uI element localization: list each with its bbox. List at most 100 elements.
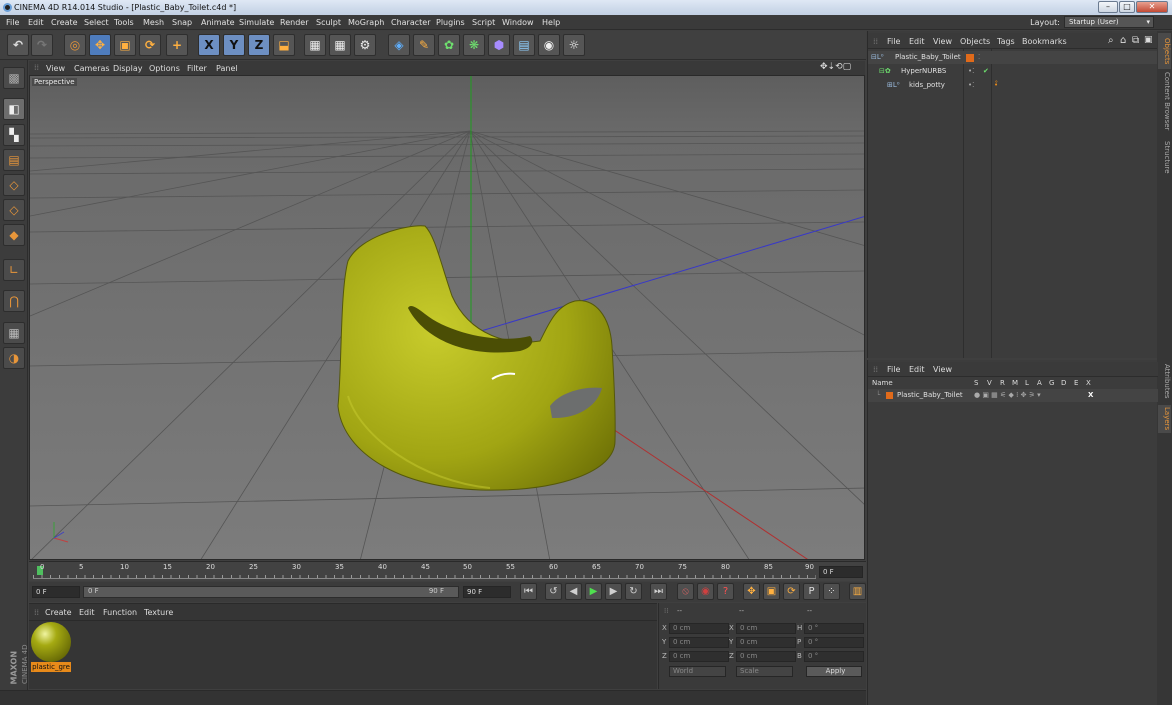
menu-character[interactable]: Character	[391, 18, 431, 27]
viewport-menu-panel[interactable]: Panel	[216, 64, 238, 73]
minimize-button[interactable]: –	[1098, 1, 1118, 13]
layer-color-swatch[interactable]	[886, 392, 893, 399]
menu-tools[interactable]: Tools	[114, 18, 134, 27]
menu-animate[interactable]: Animate	[201, 18, 235, 27]
x-axis-toggle[interactable]: X	[198, 34, 220, 56]
layers-menu-file[interactable]: File	[887, 365, 900, 374]
keyframe-selection-icon[interactable]: ?	[717, 583, 734, 600]
record-active-objects-icon[interactable]: ⦸	[677, 583, 694, 600]
axis-mode-icon[interactable]: ∟	[3, 259, 25, 281]
polygons-mode-icon[interactable]: ◆	[3, 224, 25, 246]
column-animation[interactable]: A	[1037, 379, 1042, 387]
coordinate-space-select[interactable]: World	[669, 666, 726, 677]
viewport-menu-options[interactable]: Options	[149, 64, 180, 73]
viewport-navigation-icons[interactable]: ✥⇣⟲▢	[820, 62, 851, 72]
column-xref[interactable]: X	[1086, 379, 1091, 387]
workplane-icon[interactable]: ▤	[3, 149, 25, 171]
menu-simulate[interactable]: Simulate	[239, 18, 274, 27]
scale-tool-icon[interactable]: ▣	[114, 34, 136, 56]
y-axis-toggle[interactable]: Y	[223, 34, 245, 56]
visibility-dots-icon[interactable]: •⁚	[968, 79, 974, 92]
autokeying-icon[interactable]: ◉	[697, 583, 714, 600]
solo-icon[interactable]: ◑	[3, 347, 25, 369]
size-x-field[interactable]: 0 cm	[736, 623, 796, 634]
column-name[interactable]: Name	[872, 379, 893, 387]
live-selection-icon[interactable]: ◎	[64, 34, 86, 56]
menu-script[interactable]: Script	[472, 18, 495, 27]
array-icon[interactable]: ❋	[463, 34, 485, 56]
go-to-start-icon[interactable]: ⏮	[520, 583, 537, 600]
next-frame-icon[interactable]: ▶	[605, 583, 622, 600]
edges-mode-icon[interactable]: ◇	[3, 199, 25, 221]
visibility-dots-icon[interactable]: ⁚	[978, 51, 980, 64]
tab-layers[interactable]: Layers	[1158, 405, 1171, 433]
menu-edit[interactable]: Edit	[28, 18, 44, 27]
rotate-tool-icon[interactable]: ⟳	[139, 34, 161, 56]
rotation-b-field[interactable]: 0 °	[804, 651, 864, 662]
pla-key-icon[interactable]: ⁘	[823, 583, 840, 600]
menu-plugins[interactable]: Plugins	[436, 18, 465, 27]
object-name[interactable]: Plastic_Baby_Toilet	[895, 51, 961, 64]
viewport-menu-filter[interactable]: Filter	[187, 64, 207, 73]
material-tag-icon[interactable]: •̊	[994, 79, 998, 92]
search-icon[interactable]: ⌕	[1108, 35, 1114, 46]
points-mode-icon[interactable]: ◇	[3, 174, 25, 196]
current-frame-field[interactable]: 0 F	[819, 566, 863, 578]
workplane-lock-icon[interactable]: ▦	[3, 322, 25, 344]
add-tool-icon[interactable]: +	[166, 34, 188, 56]
menu-select[interactable]: Select	[84, 18, 109, 27]
position-z-field[interactable]: 0 cm	[669, 651, 729, 662]
layer-color-swatch[interactable]	[966, 54, 974, 62]
column-solo[interactable]: S	[974, 379, 978, 387]
position-x-field[interactable]: 0 cm	[669, 623, 729, 634]
make-editable-icon[interactable]: ▩	[3, 67, 25, 89]
timeline-window-icon[interactable]: ▥	[849, 583, 866, 600]
previous-key-icon[interactable]: ↺	[545, 583, 562, 600]
model-mode-icon[interactable]: ◧	[3, 98, 25, 120]
objects-menu-objects[interactable]: Objects	[960, 37, 990, 46]
layer-toggle-icons[interactable]: ● ▣ ▦ ⚟ ◆ ⁞ ✥ ⚞ ▾	[974, 389, 1041, 402]
object-row[interactable]: ⊟L⁰ Plastic_Baby_Toilet ⁚	[868, 51, 1158, 64]
material-menu-texture[interactable]: Texture	[144, 608, 173, 617]
object-name[interactable]: kids_potty	[909, 79, 945, 92]
close-button[interactable]: ✕	[1136, 1, 1168, 13]
menu-window[interactable]: Window	[502, 18, 534, 27]
column-expressions[interactable]: E	[1074, 379, 1078, 387]
coordinate-system-icon[interactable]: ⬓	[273, 34, 295, 56]
menu-mesh[interactable]: Mesh	[143, 18, 164, 27]
timeline-ruler[interactable]: 0 5 10 15 20 25 30 35 40 45 50 55 60 65 …	[29, 561, 866, 581]
tab-content-browser[interactable]: Content Browser	[1158, 71, 1171, 131]
objects-menu-bookmarks[interactable]: Bookmarks	[1022, 37, 1067, 46]
visibility-dots-icon[interactable]: •⁚	[968, 65, 974, 78]
render-view-icon[interactable]: ▦	[304, 34, 326, 56]
objects-menu-view[interactable]: View	[933, 37, 952, 46]
objects-menu-tags[interactable]: Tags	[997, 37, 1015, 46]
layer-row[interactable]: └ Plastic_Baby_Toilet ● ▣ ▦ ⚟ ◆ ⁞ ✥ ⚞ ▾ …	[868, 389, 1158, 402]
tab-objects[interactable]: Objects	[1158, 33, 1171, 69]
rotation-h-field[interactable]: 0 °	[804, 623, 864, 634]
layer-name[interactable]: Plastic_Baby_Toilet	[897, 389, 963, 402]
panel-menu-icon[interactable]: ▣	[1144, 35, 1153, 45]
object-name[interactable]: HyperNURBS	[901, 65, 946, 78]
rotation-key-icon[interactable]: ⟳	[783, 583, 800, 600]
perspective-viewport[interactable]: Perspective	[29, 75, 865, 560]
maximize-button[interactable]: □	[1119, 1, 1135, 13]
object-row[interactable]: ⊞L⁰ kids_potty •⁚ •̊	[868, 79, 1158, 92]
viewport-menu-cameras[interactable]: Cameras	[74, 64, 110, 73]
rotation-p-field[interactable]: 0 °	[804, 637, 864, 648]
menu-render[interactable]: Render	[280, 18, 308, 27]
light-icon[interactable]: ☼	[563, 34, 585, 56]
viewport-menu-display[interactable]: Display	[113, 64, 143, 73]
menu-mograph[interactable]: MoGraph	[348, 18, 384, 27]
object-row[interactable]: ⊟✿ HyperNURBS •⁚ ✔	[868, 65, 1158, 78]
snap-icon[interactable]: ⋂	[3, 290, 25, 312]
column-manager[interactable]: M	[1012, 379, 1018, 387]
home-icon[interactable]: ⌂	[1120, 35, 1126, 46]
render-picture-viewer-icon[interactable]: ▦	[329, 34, 351, 56]
move-tool-icon[interactable]: ✥	[89, 34, 111, 56]
column-deformers[interactable]: D	[1061, 379, 1066, 387]
redo-icon[interactable]: ↷	[31, 34, 53, 56]
objects-menu-file[interactable]: File	[887, 37, 900, 46]
previous-frame-icon[interactable]: ◀	[565, 583, 582, 600]
texture-mode-icon[interactable]: ▚	[3, 124, 25, 146]
